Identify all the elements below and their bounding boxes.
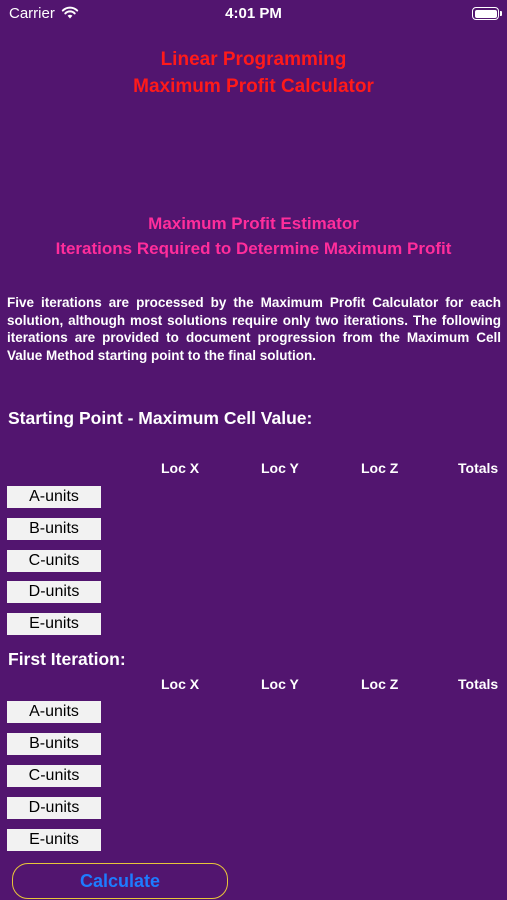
start-d-units-button[interactable]: D-units	[7, 581, 101, 603]
col-header-loc-y: Loc Y	[261, 460, 299, 476]
col-header-loc-x: Loc X	[161, 676, 200, 692]
col-header-totals: Totals	[458, 460, 499, 476]
start-e-units-button[interactable]: E-units	[7, 613, 101, 635]
app-title-line1: Linear Programming	[160, 49, 347, 70]
iter1-b-units-button[interactable]: B-units	[7, 733, 101, 755]
iter1-d-units-button[interactable]: D-units	[7, 797, 101, 819]
col-header-loc-x: Loc X	[161, 460, 200, 476]
iter1-a-units-button[interactable]: A-units	[7, 701, 101, 723]
start-b-units-button[interactable]: B-units	[7, 518, 101, 540]
clock: 4:01 PM	[225, 5, 282, 22]
app-title-line2: Maximum Profit Calculator	[133, 76, 374, 97]
start-a-units-button[interactable]: A-units	[7, 486, 101, 508]
subtitle-line2: Iterations Required to Determine Maximum…	[55, 239, 452, 258]
calculate-button[interactable]: Calculate	[12, 863, 228, 899]
col-header-totals: Totals	[458, 676, 499, 692]
iter1-e-units-button[interactable]: E-units	[7, 829, 101, 851]
col-header-loc-z: Loc Z	[361, 676, 399, 692]
battery-icon	[472, 7, 502, 20]
first-iteration-heading: First Iteration:	[8, 649, 126, 669]
starting-point-heading: Starting Point - Maximum Cell Value:	[8, 408, 313, 428]
col-header-loc-z: Loc Z	[361, 460, 399, 476]
start-c-units-button[interactable]: C-units	[7, 550, 101, 572]
description-text: Five iterations are processed by the Max…	[7, 295, 501, 363]
iter1-c-units-button[interactable]: C-units	[7, 765, 101, 787]
status-bar: Carrier 4:01 PM	[0, 0, 507, 28]
col-header-loc-y: Loc Y	[261, 676, 299, 692]
subtitle-line1: Maximum Profit Estimator	[148, 214, 359, 233]
